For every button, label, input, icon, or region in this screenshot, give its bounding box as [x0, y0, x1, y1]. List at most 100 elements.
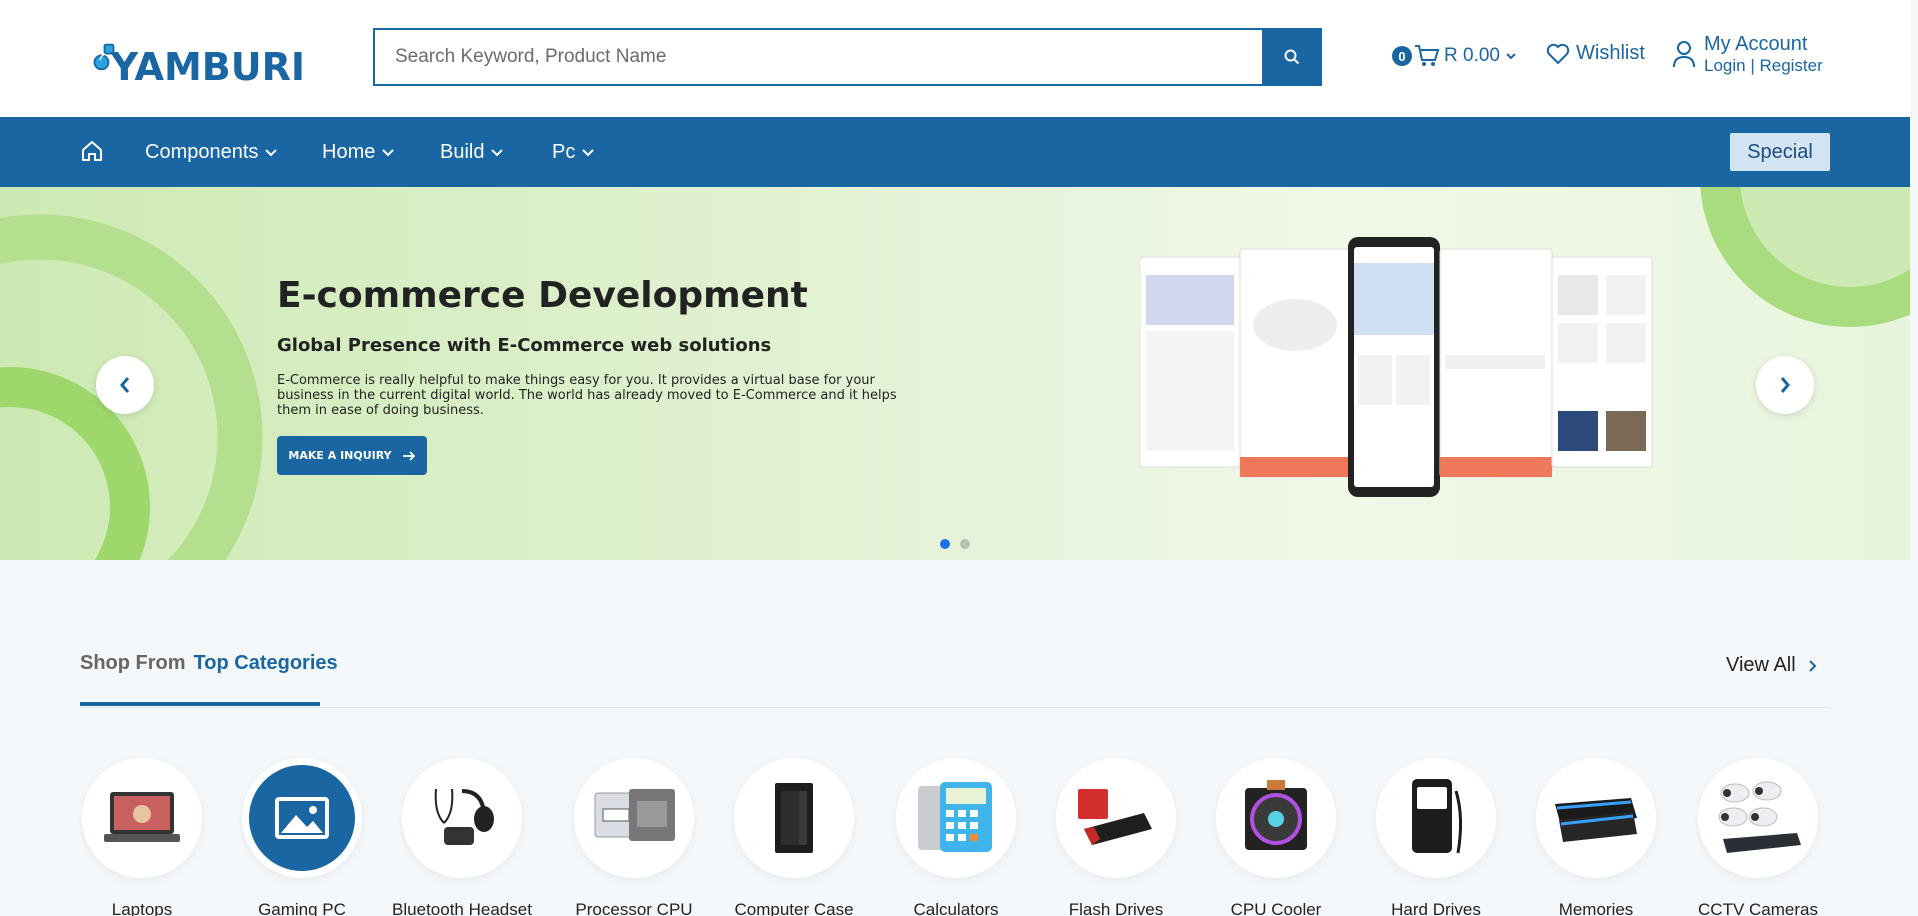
chevron-down-icon: [265, 148, 278, 156]
nav-item-home[interactable]: Home: [322, 141, 395, 164]
nav-home-button[interactable]: [80, 139, 104, 168]
category-calculators[interactable]: Calculators: [866, 758, 1046, 916]
category-label: Gaming PC: [258, 900, 346, 916]
category-label: Computer Case: [734, 900, 854, 916]
hero-title: E-commerce Development: [277, 275, 808, 316]
nav-item-label: Pc: [552, 141, 576, 163]
hdd-icon: [1412, 779, 1463, 854]
category-image: [896, 758, 1016, 878]
slider-next-button[interactable]: [1756, 356, 1814, 414]
chevron-down-icon: [382, 148, 395, 156]
home-icon: [82, 141, 102, 161]
special-button[interactable]: Special: [1730, 133, 1830, 171]
main-nav: Components Home Build Pc Special: [0, 117, 1910, 187]
category-flash-drives[interactable]: Flash Drives: [1026, 758, 1206, 916]
make-inquiry-label: MAKE A INQUIRY: [288, 449, 392, 462]
section-divider: [80, 707, 1830, 708]
category-image: [82, 758, 202, 878]
header: YAMBURI 0 R 0.00: [0, 0, 1910, 117]
make-inquiry-button[interactable]: MAKE A INQUIRY: [277, 436, 427, 475]
chevron-left-icon: [120, 377, 130, 393]
category-memories[interactable]: Memories: [1506, 758, 1686, 916]
ram-icon: [1555, 798, 1637, 842]
category-label: Bluetooth Headset: [392, 900, 532, 916]
category-computer-case[interactable]: Computer Case: [704, 758, 884, 916]
brand-name: YAMBURI: [110, 45, 305, 89]
nav-item-components[interactable]: Components: [145, 141, 278, 164]
page: YAMBURI 0 R 0.00: [0, 0, 1918, 916]
flash-drive-icon: [1078, 789, 1152, 845]
cart-button[interactable]: 0 R 0.00: [1392, 44, 1518, 68]
category-image: [1216, 758, 1336, 878]
category-cctv-cameras[interactable]: CCTV Cameras: [1668, 758, 1848, 916]
slider-dots: [940, 539, 980, 549]
app-mockup-image: [1140, 237, 1653, 497]
headset-icon: [434, 788, 494, 845]
search-input[interactable]: [375, 30, 1262, 84]
category-label: Processor CPU: [575, 900, 693, 916]
category-gaming-pc[interactable]: Gaming PC: [212, 758, 392, 916]
hero-slider: E-commerce Development Global Presence w…: [0, 187, 1910, 560]
nav-item-label: Home: [322, 141, 376, 163]
nav-item-pc[interactable]: Pc: [552, 141, 595, 164]
category-image: [574, 758, 694, 878]
wishlist-link[interactable]: Wishlist: [1546, 42, 1645, 65]
category-hard-drives[interactable]: Hard Drives: [1346, 758, 1526, 916]
account-menu[interactable]: My Account Login | Register: [1672, 34, 1823, 74]
chevron-down-icon: [1506, 53, 1516, 60]
search-icon: [1284, 49, 1300, 65]
hero-subtitle: Global Presence with E-Commerce web solu…: [277, 335, 772, 356]
account-title[interactable]: My Account: [1704, 34, 1823, 54]
category-bluetooth-headset[interactable]: Bluetooth Headset: [372, 758, 552, 916]
category-label: CCTV Cameras: [1698, 900, 1818, 916]
category-image: [1536, 758, 1656, 878]
hero-description: E-Commerce is really helpful to make thi…: [277, 373, 897, 418]
calculator-icon: [918, 782, 992, 852]
category-image: [1056, 758, 1176, 878]
category-label: Flash Drives: [1068, 900, 1164, 916]
category-image: [402, 758, 522, 878]
category-laptops[interactable]: Laptops: [52, 758, 232, 916]
heart-icon: [1546, 43, 1570, 64]
section-title-lead: Shop From: [80, 652, 186, 674]
user-icon: [1673, 41, 1695, 68]
case-icon: [775, 783, 813, 853]
chevron-right-icon: [1780, 377, 1790, 393]
search-button[interactable]: [1262, 30, 1320, 84]
cooler-icon: [1245, 780, 1307, 850]
category-label: Hard Drives: [1391, 900, 1481, 916]
slider-prev-button[interactable]: [96, 356, 154, 414]
category-image: [1376, 758, 1496, 878]
account-text: My Account Login | Register: [1704, 34, 1823, 74]
view-all-label: View All: [1726, 654, 1796, 676]
nav-item-label: Components: [145, 141, 259, 163]
category-label: Calculators: [913, 900, 999, 916]
category-image: [1698, 758, 1818, 878]
category-label: CPU Cooler: [1230, 900, 1322, 916]
category-image: [734, 758, 854, 878]
image-icon: [249, 765, 355, 871]
category-processor-cpu[interactable]: Processor CPU: [544, 758, 724, 916]
slider-dot[interactable]: [960, 539, 970, 549]
slider-dot-active[interactable]: [940, 539, 950, 549]
category-label: Memories: [1558, 900, 1634, 916]
nav-item-label: Build: [440, 141, 485, 163]
chevron-down-icon: [491, 148, 504, 156]
search-bar: [373, 28, 1322, 86]
chevron-down-icon: [582, 148, 595, 156]
login-register-link[interactable]: Login | Register: [1704, 57, 1823, 74]
cart-icon: [1415, 45, 1440, 66]
category-cpu-cooler[interactable]: CPU Cooler: [1186, 758, 1366, 916]
section-title: Shop From Top Categories: [80, 652, 338, 675]
cpu-icon: [594, 789, 675, 841]
category-label: Laptops: [111, 900, 173, 916]
laptop-icon: [104, 792, 180, 842]
logo[interactable]: YAMBURI: [90, 16, 305, 98]
cart-count-badge: 0: [1392, 46, 1412, 66]
nav-item-build[interactable]: Build: [440, 141, 504, 164]
section-title-emphasis: Top Categories: [193, 652, 338, 674]
section-title-underline: [80, 702, 320, 706]
wishlist-label: Wishlist: [1576, 42, 1645, 64]
arrow-right-icon: [402, 450, 415, 461]
view-all-link[interactable]: View All: [1726, 654, 1818, 677]
